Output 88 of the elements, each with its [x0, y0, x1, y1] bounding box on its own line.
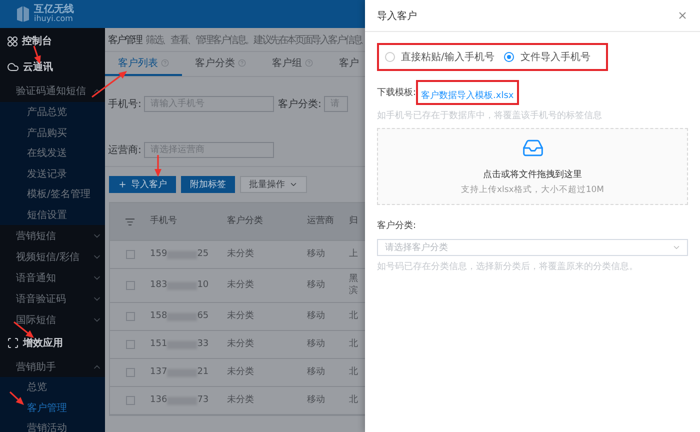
radio-option[interactable]: 直接粘贴/输入手机号 [385, 50, 494, 64]
phone-number-start: 159 [150, 248, 168, 260]
template-hint: 如手机号已存在于数据库中，将覆盖该手机号的标签信息 [377, 109, 603, 122]
column-header: 手机号 [150, 216, 177, 228]
row-checkbox[interactable] [126, 281, 134, 290]
row-checkbox[interactable] [126, 250, 134, 259]
sidebar-item[interactable]: 在线发送 [0, 143, 105, 164]
table-cell: 未分类 [227, 338, 254, 350]
phone-number-start: 151 [150, 338, 168, 350]
table-cell: 北 [349, 338, 358, 350]
upload-area[interactable]: 点击或将文件拖拽到这里 支持上传xlsx格式，大小不超过10M [377, 128, 688, 205]
column-header: 运营商 [307, 216, 334, 228]
action-button[interactable]: 导入客户 [109, 176, 176, 193]
category-label: 客户分类: [377, 220, 418, 232]
column-header: 客户分类 [227, 216, 263, 228]
column-header: 归 [349, 216, 358, 228]
chevron-down-icon [672, 243, 681, 252]
table-cell: 黑 滨 [349, 274, 358, 298]
logo-icon [16, 5, 30, 23]
table-cell: 移动 [307, 394, 325, 406]
table-cell: 上 [349, 248, 358, 260]
close-button[interactable] [677, 10, 688, 21]
chevron-down-icon [289, 180, 298, 189]
sidebar-section[interactable]: 控制台 [0, 28, 105, 54]
sidebar-item[interactable]: 模板/签名管理 [0, 184, 105, 204]
tab[interactable]: 客户分类 [182, 52, 259, 76]
phone-number-end: 10 [197, 280, 209, 292]
scan-icon [7, 337, 19, 349]
sidebar-item[interactable]: 产品总览 [0, 102, 105, 122]
annotation-arrow [92, 71, 127, 98]
upload-hint: 支持上传xlsx格式，大小不超过10M [460, 184, 604, 196]
table-cell: 未分类 [227, 310, 254, 322]
sidebar-item[interactable]: 短信设置 [0, 204, 105, 225]
sidebar-item[interactable]: 发送记录 [0, 164, 105, 184]
inbox-icon [522, 137, 544, 159]
plus-icon [118, 180, 127, 189]
table-cell: 移动 [307, 366, 325, 378]
template-link[interactable]: 客户数据导入模板.xlsx [421, 91, 514, 101]
sidebar-item[interactable]: 产品购买 [0, 122, 105, 143]
logo-domain: ihuyi.com [34, 15, 74, 23]
table-cell: 未分类 [227, 366, 254, 378]
table-cell: 北 [349, 366, 358, 378]
table-cell: 移动 [307, 248, 325, 260]
action-button[interactable]: 批量操作 [240, 176, 307, 193]
tab[interactable]: 客户 [326, 52, 359, 76]
phone-number-start: 137 [150, 366, 168, 378]
table-cell: 未分类 [227, 280, 254, 292]
row-checkbox[interactable] [126, 340, 134, 349]
row-checkbox[interactable] [126, 312, 134, 321]
sidebar-item[interactable]: 总览 [0, 377, 105, 398]
category-hint: 如号码已存在分类信息，选择新分类后，将覆盖原来的分类信息。 [377, 260, 639, 273]
table-cell: 北 [349, 394, 358, 406]
phone-number-start: 183 [150, 280, 168, 292]
tab[interactable]: 客户组 [259, 52, 326, 76]
table-cell: 北 [349, 310, 358, 322]
phone-number-end: 73 [197, 394, 209, 406]
phone-number-start: 158 [150, 310, 168, 322]
phone-number-end: 25 [197, 248, 209, 260]
sidebar-section[interactable]: 云通讯 [0, 54, 105, 80]
filter-label: 客户分类: [278, 98, 322, 110]
logo-name: 互亿无线 [34, 5, 74, 15]
phone-number-start: 136 [150, 394, 168, 406]
sidebar-item[interactable]: 客户管理 [0, 398, 105, 418]
table-cell: 移动 [307, 310, 325, 322]
sidebar-section[interactable]: 增效应用 [0, 330, 105, 356]
phone-number-end: 33 [197, 338, 209, 350]
annotation-arrow [154, 155, 162, 177]
cloud-icon [7, 61, 19, 73]
upload-title: 点击或将文件拖拽到这里 [483, 168, 582, 181]
grid-icon [7, 36, 18, 46]
table-cell: 移动 [307, 338, 325, 350]
close-icon [677, 10, 688, 21]
action-button[interactable]: 附加标签 [181, 176, 235, 193]
row-checkbox[interactable] [126, 368, 134, 377]
template-label: 下载模板: [377, 86, 416, 99]
phone-number-end: 21 [197, 366, 209, 378]
filter-label: 手机号: [108, 98, 142, 110]
drawer-title: 导入客户 [377, 10, 417, 22]
page-title: 客户管理 [108, 34, 142, 46]
table-cell: 未分类 [227, 248, 254, 260]
filter-label: 运营商: [108, 144, 142, 156]
column-settings-icon[interactable] [125, 216, 135, 226]
phone-number-end: 65 [197, 310, 209, 322]
annotation-arrow [9, 391, 24, 405]
table-cell: 移动 [307, 280, 325, 292]
table-cell: 未分类 [227, 394, 254, 406]
row-checkbox[interactable] [126, 396, 134, 405]
radio-option[interactable]: 文件导入手机号 [504, 50, 590, 64]
